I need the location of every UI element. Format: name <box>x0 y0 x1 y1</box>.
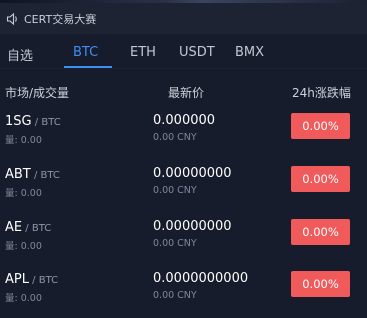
change-badge[interactable]: 0.00% <box>291 271 350 297</box>
base-symbol: APL <box>5 272 29 287</box>
change-badge[interactable]: 0.00% <box>291 219 350 245</box>
pair-name: AE / BTC <box>5 220 51 235</box>
speaker-icon <box>6 12 17 25</box>
base-symbol: 1SG <box>5 114 32 129</box>
column-header-last-price[interactable]: 最新价 <box>168 84 204 101</box>
change-badge[interactable]: 0.00% <box>291 166 350 192</box>
tabs-divider <box>0 68 367 69</box>
notice-text: CERT交易大赛 <box>24 12 97 26</box>
tab-usdt[interactable]: USDT <box>179 45 215 60</box>
notice-bar[interactable]: CERT交易大赛 <box>0 3 367 34</box>
last-price: 0.00000000 <box>153 219 232 234</box>
pair-name: ABT / BTC <box>5 167 60 182</box>
volume-text: 量: 0.00 <box>5 293 42 304</box>
cny-price: 0.00 CNY <box>153 238 197 249</box>
column-header-pair-volume[interactable]: 市场/成交量 <box>5 84 69 101</box>
market-row-abt[interactable]: ABT / BTC 量: 0.00 0.00000000 0.00 CNY 0.… <box>0 166 367 213</box>
cny-price: 0.00 CNY <box>153 185 197 196</box>
change-badge[interactable]: 0.00% <box>291 113 350 139</box>
cny-price: 0.00 CNY <box>153 290 197 301</box>
market-row-ae[interactable]: AE / BTC 量: 0.00 0.00000000 0.00 CNY 0.0… <box>0 219 367 266</box>
pair-name: 1SG / BTC <box>5 114 61 129</box>
volume-text: 量: 0.00 <box>5 188 42 199</box>
market-row-apl[interactable]: APL / BTC 量: 0.00 0.0000000000 0.00 CNY … <box>0 271 367 318</box>
last-price: 0.00000000 <box>153 166 232 181</box>
tab-bmx[interactable]: BMX <box>235 45 264 60</box>
quote-symbol: / BTC <box>22 223 52 234</box>
volume-text: 量: 0.00 <box>5 135 42 146</box>
volume-text: 量: 0.00 <box>5 241 42 252</box>
base-symbol: ABT <box>5 167 31 182</box>
quote-symbol: / BTC <box>31 117 61 128</box>
market-tabs: 自选 BTC ETH USDT BMX <box>0 36 367 70</box>
base-symbol: AE <box>5 220 23 235</box>
pair-name: APL / BTC <box>5 272 58 287</box>
tab-favorites[interactable]: 自选 <box>7 45 33 64</box>
tab-btc[interactable]: BTC <box>73 45 98 60</box>
column-header-24h-change[interactable]: 24h涨跌幅 <box>292 84 351 101</box>
last-price: 0.000000 <box>153 113 216 128</box>
last-price: 0.0000000000 <box>153 271 249 286</box>
market-row-1sg[interactable]: 1SG / BTC 量: 0.00 0.000000 0.00 CNY 0.00… <box>0 113 367 160</box>
tab-eth[interactable]: ETH <box>130 45 156 60</box>
quote-symbol: / BTC <box>30 170 60 181</box>
quote-symbol: / BTC <box>28 275 59 286</box>
cny-price: 0.00 CNY <box>153 132 197 143</box>
